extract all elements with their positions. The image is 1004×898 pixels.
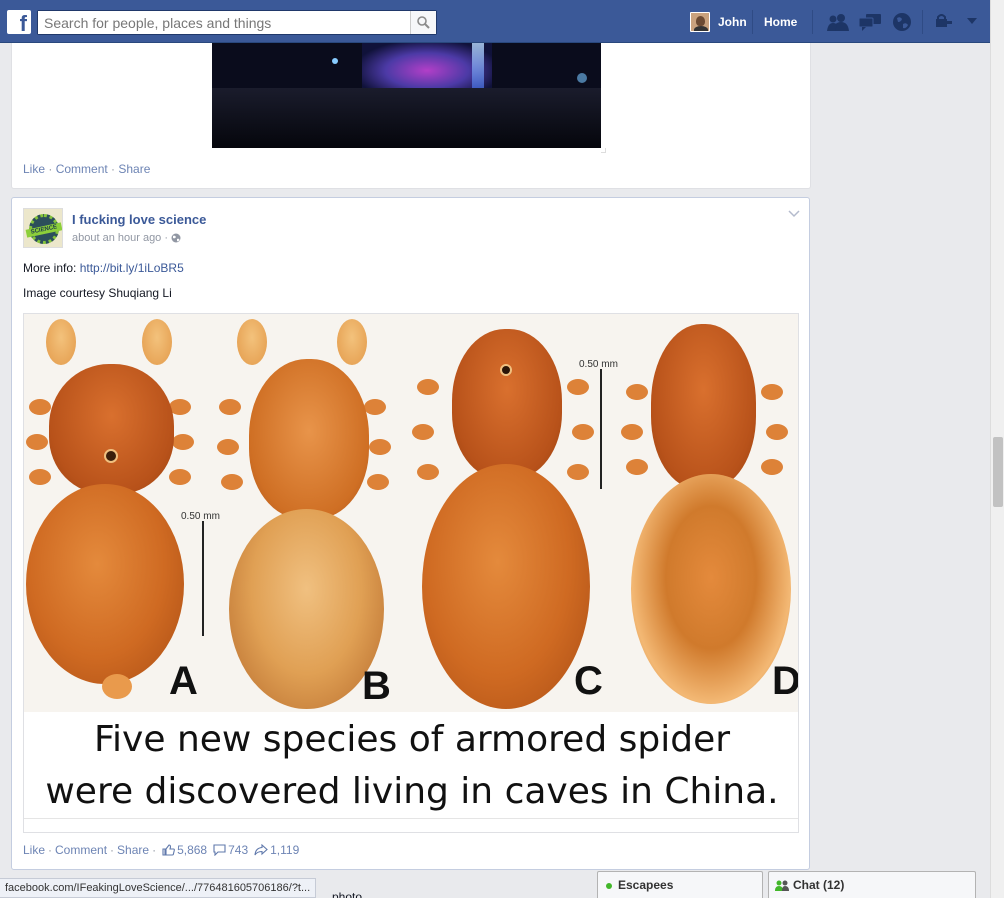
spider-c [402, 314, 602, 712]
page-avatar[interactable]: SCIENCE [23, 208, 63, 248]
like-count[interactable]: 5,868 [177, 843, 207, 857]
story-footer: Like · Comment · Share · 5,868 743 1,119 [23, 843, 300, 857]
public-globe-icon[interactable] [171, 233, 181, 243]
next-story-partial-text: photo [332, 890, 363, 898]
caption-line-1: Five new species of armored spider [93, 719, 731, 760]
more-info-label: More info: [23, 261, 77, 275]
search-input[interactable] [38, 11, 410, 34]
label-c: C [574, 659, 603, 703]
top-navigation-bar: f John Home [0, 0, 990, 43]
page-scrollbar[interactable] [990, 0, 1004, 898]
share-link[interactable]: Share [118, 162, 150, 176]
scale-bar [202, 521, 204, 636]
spider-illustration: 0.50 mm A B 0.50 mm C D [24, 314, 799, 712]
chat-people-icon [775, 880, 789, 892]
comment-icon[interactable] [213, 844, 226, 856]
profile-link[interactable]: John [690, 11, 747, 33]
notification-icons [826, 12, 914, 32]
profile-name: John [718, 15, 747, 29]
divider [812, 10, 813, 34]
chat-sidebar-tab[interactable]: Chat (12) [768, 871, 976, 898]
like-link[interactable]: Like [23, 843, 45, 857]
divider [922, 10, 923, 34]
label-b: B [362, 664, 391, 708]
more-info-link[interactable]: http://bit.ly/1iLoBR5 [80, 261, 184, 275]
post-more-info: More info: http://bit.ly/1iLoBR5 [23, 261, 184, 275]
divider [752, 10, 753, 34]
story-options-chevron-icon[interactable] [788, 210, 800, 218]
facebook-logo[interactable]: f [7, 10, 31, 34]
chat-group-tab[interactable]: Escapees [597, 871, 763, 898]
comment-link[interactable]: Comment [56, 162, 108, 176]
privacy-lock-icon[interactable] [935, 14, 953, 28]
friend-requests-icon[interactable] [826, 12, 850, 32]
comment-link[interactable]: Comment [55, 843, 107, 857]
label-a: A [169, 659, 198, 703]
spider-b [217, 314, 409, 712]
photo-border [601, 148, 606, 153]
search-icon [417, 16, 430, 29]
online-dot-icon [606, 882, 612, 889]
timestamp-link[interactable]: about an hour ago [72, 232, 161, 244]
notifications-globe-icon[interactable] [890, 12, 914, 32]
caption-line-2: were discovered living in caves in China… [45, 771, 779, 812]
scale-label: 0.50 mm [181, 511, 220, 522]
search-button[interactable] [410, 11, 436, 34]
feed-story: SCIENCE I fucking love science about an … [11, 197, 810, 870]
thumbs-up-icon[interactable] [162, 844, 175, 856]
chat-label: Chat (12) [793, 878, 845, 892]
story-photo[interactable]: 0.50 mm A B 0.50 mm C D Five new species… [23, 313, 799, 833]
settings-area [935, 14, 977, 28]
comment-count[interactable]: 743 [228, 843, 248, 857]
scrollbar-thumb[interactable] [993, 437, 1003, 507]
share-link[interactable]: Share [117, 843, 149, 857]
chevron-down-icon[interactable] [967, 18, 977, 24]
label-d: D [772, 659, 799, 703]
concert-photo[interactable] [212, 43, 601, 148]
story-actions: Like · Comment · Share [23, 162, 151, 176]
chat-group-label: Escapees [618, 878, 674, 892]
scale-bar [600, 369, 602, 489]
share-arrow-icon[interactable] [254, 844, 268, 856]
previous-story: Like · Comment · Share [11, 43, 811, 189]
search-box [37, 10, 437, 35]
messages-icon[interactable] [858, 12, 882, 32]
home-link[interactable]: Home [764, 15, 797, 29]
browser-status-url: facebook.com/IFeakingLoveScience/.../776… [0, 878, 317, 898]
page-name-link[interactable]: I fucking love science [72, 212, 206, 227]
share-count[interactable]: 1,119 [270, 843, 299, 857]
photo-bottom-strip [24, 818, 798, 832]
avatar [690, 12, 710, 32]
post-timestamp: about an hour ago · [72, 232, 181, 244]
post-credit: Image courtesy Shuqiang Li [23, 286, 172, 300]
like-link[interactable]: Like [23, 162, 45, 176]
photo-caption: Five new species of armored spider were … [24, 712, 798, 818]
spider-d [606, 314, 798, 712]
